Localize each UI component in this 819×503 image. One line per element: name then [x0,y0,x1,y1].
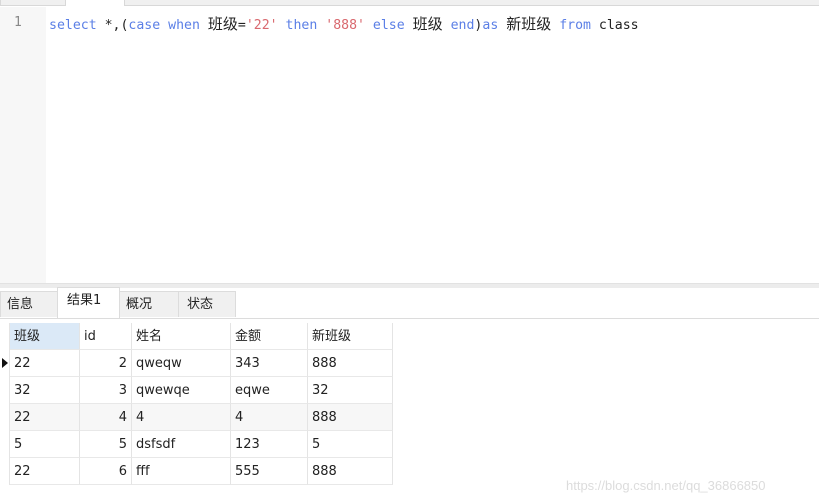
cell-id[interactable]: 4 [80,404,132,431]
code-text: *,( [96,18,129,33]
current-row-arrow-icon [2,358,8,368]
row-indicator [0,458,10,485]
column-header-new-class[interactable]: 新班级 [308,323,393,350]
column-header-amount[interactable]: 金额 [231,323,308,350]
cell-name[interactable]: dsfsdf [132,431,231,458]
tab-label: 结果1 [67,293,102,308]
cell-amount[interactable]: 123 [231,431,308,458]
sql-editor[interactable]: 1 select *,(case when 班级='22' then '888'… [0,7,819,283]
keyword-select: select [49,18,97,33]
table-row[interactable]: 22 6 fff 555 888 [0,458,393,485]
cell-amount[interactable]: 343 [231,350,308,377]
table-row[interactable]: 22 2 qweqw 343 888 [0,350,393,377]
cell-class[interactable]: 22 [10,458,80,485]
table-row[interactable]: 22 4 4 4 888 [0,404,393,431]
cell-amount[interactable]: 4 [231,404,308,431]
pane-splitter[interactable] [0,283,819,288]
cell-id[interactable]: 5 [80,431,132,458]
table-header: 班级 id 姓名 金额 新班级 [0,323,393,350]
keyword-else: else [372,18,405,33]
row-indicator [0,377,10,404]
row-indicator [0,404,10,431]
column-header-name[interactable]: 姓名 [132,323,231,350]
tab-status[interactable]: 状态 [178,291,236,317]
cell-amount[interactable]: 555 [231,458,308,485]
result-tabs: 信息 结果1 概况 状态 [0,287,819,319]
cell-class[interactable]: 22 [10,404,80,431]
keyword-as: as [482,18,499,33]
sql-code-line[interactable]: select *,(case when 班级='22' then '888' e… [49,13,639,34]
identifier-table: class [598,18,639,33]
tab-label: 状态 [187,297,214,312]
line-number: 1 [14,15,22,30]
column-header-class[interactable]: 班级 [10,323,80,350]
keyword-then: then [285,18,318,33]
column-header-id[interactable]: id [80,323,132,350]
string-literal: '888' [325,18,365,33]
keyword-case: case [128,18,161,33]
row-indicator [0,323,10,350]
cell-id[interactable]: 6 [80,458,132,485]
cell-class[interactable]: 32 [10,377,80,404]
operator-equals: = [237,18,246,33]
tab-result1[interactable]: 结果1 [57,287,120,318]
table-row[interactable]: 32 3 qwewqe eqwe 32 [0,377,393,404]
cell-name[interactable]: qwewqe [132,377,231,404]
cell-new-class[interactable]: 5 [308,431,393,458]
tab-label: 概况 [126,297,153,312]
cell-amount[interactable]: eqwe [231,377,308,404]
tab-label: 信息 [7,297,34,312]
identifier-class-column: 班级 [207,15,238,33]
cell-class[interactable]: 5 [10,431,80,458]
tab-divider [0,318,819,319]
cell-new-class[interactable]: 888 [308,404,393,431]
keyword-end: end [450,18,475,33]
toolbar-segment [0,0,66,6]
cell-name[interactable]: fff [132,458,231,485]
cell-id[interactable]: 3 [80,377,132,404]
watermark: https://blog.csdn.net/qq_36866850 [566,478,766,493]
tab-info[interactable]: 信息 [0,291,58,317]
cell-name[interactable]: 4 [132,404,231,431]
cell-id[interactable]: 2 [80,350,132,377]
identifier-alias: 新班级 [506,15,552,33]
cell-new-class[interactable]: 888 [308,350,393,377]
row-indicator [0,431,10,458]
string-literal: '22' [245,18,278,33]
row-indicator [0,350,10,377]
top-toolbar-strip [0,0,819,7]
keyword-from: from [559,18,591,33]
toolbar-segment [124,0,819,6]
identifier-class-column: 班级 [412,15,443,33]
keyword-when: when [168,18,200,33]
tab-overview[interactable]: 概况 [119,291,179,317]
cell-new-class[interactable]: 32 [308,377,393,404]
line-number-gutter: 1 [0,7,46,283]
cell-name[interactable]: qweqw [132,350,231,377]
table-row[interactable]: 5 5 dsfsdf 123 5 [0,431,393,458]
cell-new-class[interactable]: 888 [308,458,393,485]
cell-class[interactable]: 22 [10,350,80,377]
